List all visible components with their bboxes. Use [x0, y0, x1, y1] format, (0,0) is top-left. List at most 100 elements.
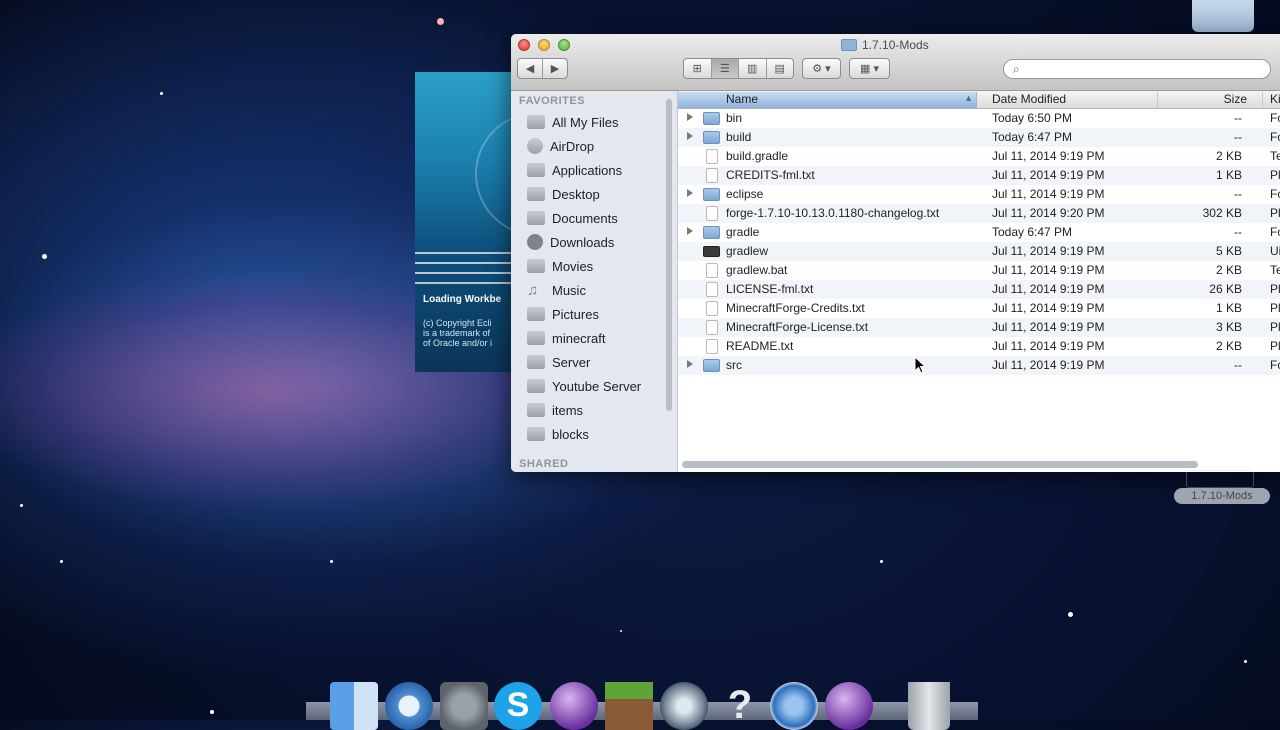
finder-icon[interactable] [330, 682, 378, 730]
column-date-label: Date Modified [992, 92, 1067, 106]
folder-icon [527, 427, 545, 441]
sidebar-item-server[interactable]: Server [527, 351, 590, 373]
table-row[interactable]: build.gradle Jul 11, 2014 9:19 PM 2 KB Te [678, 147, 1280, 166]
table-row[interactable]: MinecraftForge-License.txt Jul 11, 2014 9… [678, 318, 1280, 337]
table-row[interactable]: bin Today 6:50 PM -- Fo [678, 109, 1280, 128]
favorites-heading: FAVORITES [519, 95, 586, 107]
file-date: Today 6:47 PM [992, 130, 1073, 144]
sidebar-item-pictures[interactable]: Pictures [527, 303, 599, 325]
back-button[interactable]: ◀ [518, 59, 543, 78]
column-kind-header[interactable]: Ki [1263, 92, 1280, 108]
sidebar-item-airdrop[interactable]: AirDrop [527, 135, 594, 157]
gear-icon[interactable]: ⚙ ▾ [803, 59, 840, 78]
column-name-header[interactable]: Name ▲ [678, 92, 977, 108]
all-files-icon [527, 115, 545, 129]
sidebar-item-movies[interactable]: Movies [527, 255, 593, 277]
column-size-label: Size [1223, 92, 1247, 106]
sidebar-scrollbar[interactable] [666, 99, 672, 411]
sidebar-item-all-my-files[interactable]: All My Files [527, 111, 618, 133]
sidebar-item-minecraft[interactable]: minecraft [527, 327, 605, 349]
column-date-header[interactable]: Date Modified [977, 92, 1158, 108]
table-row[interactable]: src Jul 11, 2014 9:19 PM -- Fo [678, 356, 1280, 375]
file-date: Jul 11, 2014 9:19 PM [992, 244, 1105, 258]
desktop-icon [527, 187, 545, 201]
shared-heading: SHARED [519, 458, 569, 470]
close-button[interactable] [518, 39, 530, 51]
eclipse-icon[interactable] [550, 682, 598, 730]
table-row[interactable]: gradlew Jul 11, 2014 9:19 PM 5 KB Ui [678, 242, 1280, 261]
sidebar: FAVORITES All My Files AirDrop Applicati… [511, 91, 678, 472]
arrange-icon[interactable]: ▦ ▾ [850, 59, 889, 78]
table-row[interactable]: gradle Today 6:47 PM -- Fo [678, 223, 1280, 242]
back-forward-control[interactable]: ◀ ▶ [517, 58, 568, 79]
arrange-button[interactable]: ▦ ▾ [849, 58, 890, 79]
table-row[interactable]: forge-1.7.10-10.13.0.1180-changelog.txt J… [678, 204, 1280, 223]
applications-icon [527, 163, 545, 177]
folder-icon [841, 39, 857, 51]
table-row[interactable]: LICENSE-fml.txt Jul 11, 2014 9:19 PM 26 KB… [678, 280, 1280, 299]
search-input[interactable]: ⌕ [1003, 59, 1271, 79]
title-bar[interactable]: 1.7.10-Mods ◀ ▶ ⊞ ☰ ▥ ▤ ⚙ ▾ ▦ ▾ ⌕ [511, 34, 1280, 91]
column-kind-label: Ki [1270, 92, 1280, 106]
skype-icon[interactable]: S [494, 682, 542, 730]
sidebar-item-label: Downloads [550, 234, 615, 250]
zoom-button[interactable] [558, 39, 570, 51]
sidebar-item-desktop[interactable]: Desktop [527, 183, 600, 205]
table-row[interactable]: gradlew.bat Jul 11, 2014 9:19 PM 2 KB Te [678, 261, 1280, 280]
forward-button[interactable]: ▶ [543, 59, 567, 78]
network-icon[interactable] [770, 682, 818, 730]
sidebar-item-label: Movies [552, 258, 594, 274]
quicktime-icon[interactable] [660, 682, 708, 730]
sidebar-item-label: Desktop [552, 186, 600, 202]
sidebar-item-youtube-server[interactable]: Youtube Server [527, 375, 641, 397]
minimize-button[interactable] [538, 39, 550, 51]
disclosure-triangle-icon[interactable] [687, 132, 693, 140]
table-row[interactable]: eclipse Jul 11, 2014 9:19 PM -- Fo [678, 185, 1280, 204]
file-kind: Pl [1270, 320, 1280, 334]
desktop-disk-icon[interactable] [1192, 0, 1254, 32]
window-title: 1.7.10-Mods [841, 38, 929, 52]
trash-icon[interactable] [908, 682, 950, 730]
file-date: Jul 11, 2014 9:19 PM [992, 358, 1105, 372]
sidebar-item-label: Music [552, 282, 586, 298]
sidebar-item-applications[interactable]: Applications [527, 159, 622, 181]
icon-view-button[interactable]: ⊞ [684, 59, 712, 78]
folder-icon [703, 226, 720, 239]
eclipse-icon-2[interactable] [825, 682, 873, 730]
disclosure-triangle-icon[interactable] [687, 113, 693, 121]
minecraft-icon[interactable] [605, 682, 653, 730]
file-size: 3 KB [1215, 320, 1242, 334]
help-icon[interactable]: ? [716, 682, 764, 730]
system-preferences-icon[interactable] [440, 682, 488, 730]
file-date: Jul 11, 2014 9:19 PM [992, 168, 1105, 182]
file-size: 1 KB [1215, 301, 1242, 315]
sidebar-item-downloads[interactable]: Downloads [527, 231, 614, 253]
list-view-button[interactable]: ☰ [711, 59, 739, 78]
coverflow-view-button[interactable]: ▤ [767, 59, 794, 78]
star [437, 18, 444, 25]
sidebar-item-items[interactable]: items [527, 399, 583, 421]
file-date: Jul 11, 2014 9:19 PM [992, 339, 1105, 353]
column-view-button[interactable]: ▥ [739, 59, 767, 78]
disclosure-triangle-icon[interactable] [687, 360, 693, 368]
table-row[interactable]: MinecraftForge-Credits.txt Jul 11, 2014 9… [678, 299, 1280, 318]
file-list: Name ▲ Date Modified Size Ki bin Today 6:… [678, 91, 1280, 472]
sidebar-item-documents[interactable]: Documents [527, 207, 618, 229]
disclosure-triangle-icon[interactable] [687, 189, 693, 197]
file-size: 1 KB [1215, 168, 1242, 182]
column-size-header[interactable]: Size [1158, 92, 1263, 108]
disclosure-triangle-icon[interactable] [687, 227, 693, 235]
table-row[interactable]: README.txt Jul 11, 2014 9:19 PM 2 KB Pl [678, 337, 1280, 356]
file-name: build [726, 130, 752, 144]
action-button[interactable]: ⚙ ▾ [802, 58, 841, 79]
safari-icon[interactable] [385, 682, 433, 730]
splash-copyright-line: is a trademark of [423, 328, 491, 338]
sidebar-item-music[interactable]: ♫ Music [527, 279, 586, 301]
table-row[interactable]: CREDITS-fml.txt Jul 11, 2014 9:19 PM 1 KB P… [678, 166, 1280, 185]
file-name: CREDITS-fml.txt [726, 168, 815, 182]
horizontal-scrollbar[interactable] [682, 461, 1198, 468]
sidebar-item-blocks[interactable]: blocks [527, 423, 589, 445]
table-row[interactable]: build Today 6:47 PM -- Fo [678, 128, 1280, 147]
view-mode-control[interactable]: ⊞ ☰ ▥ ▤ [683, 58, 794, 79]
folder-icon [703, 188, 720, 201]
